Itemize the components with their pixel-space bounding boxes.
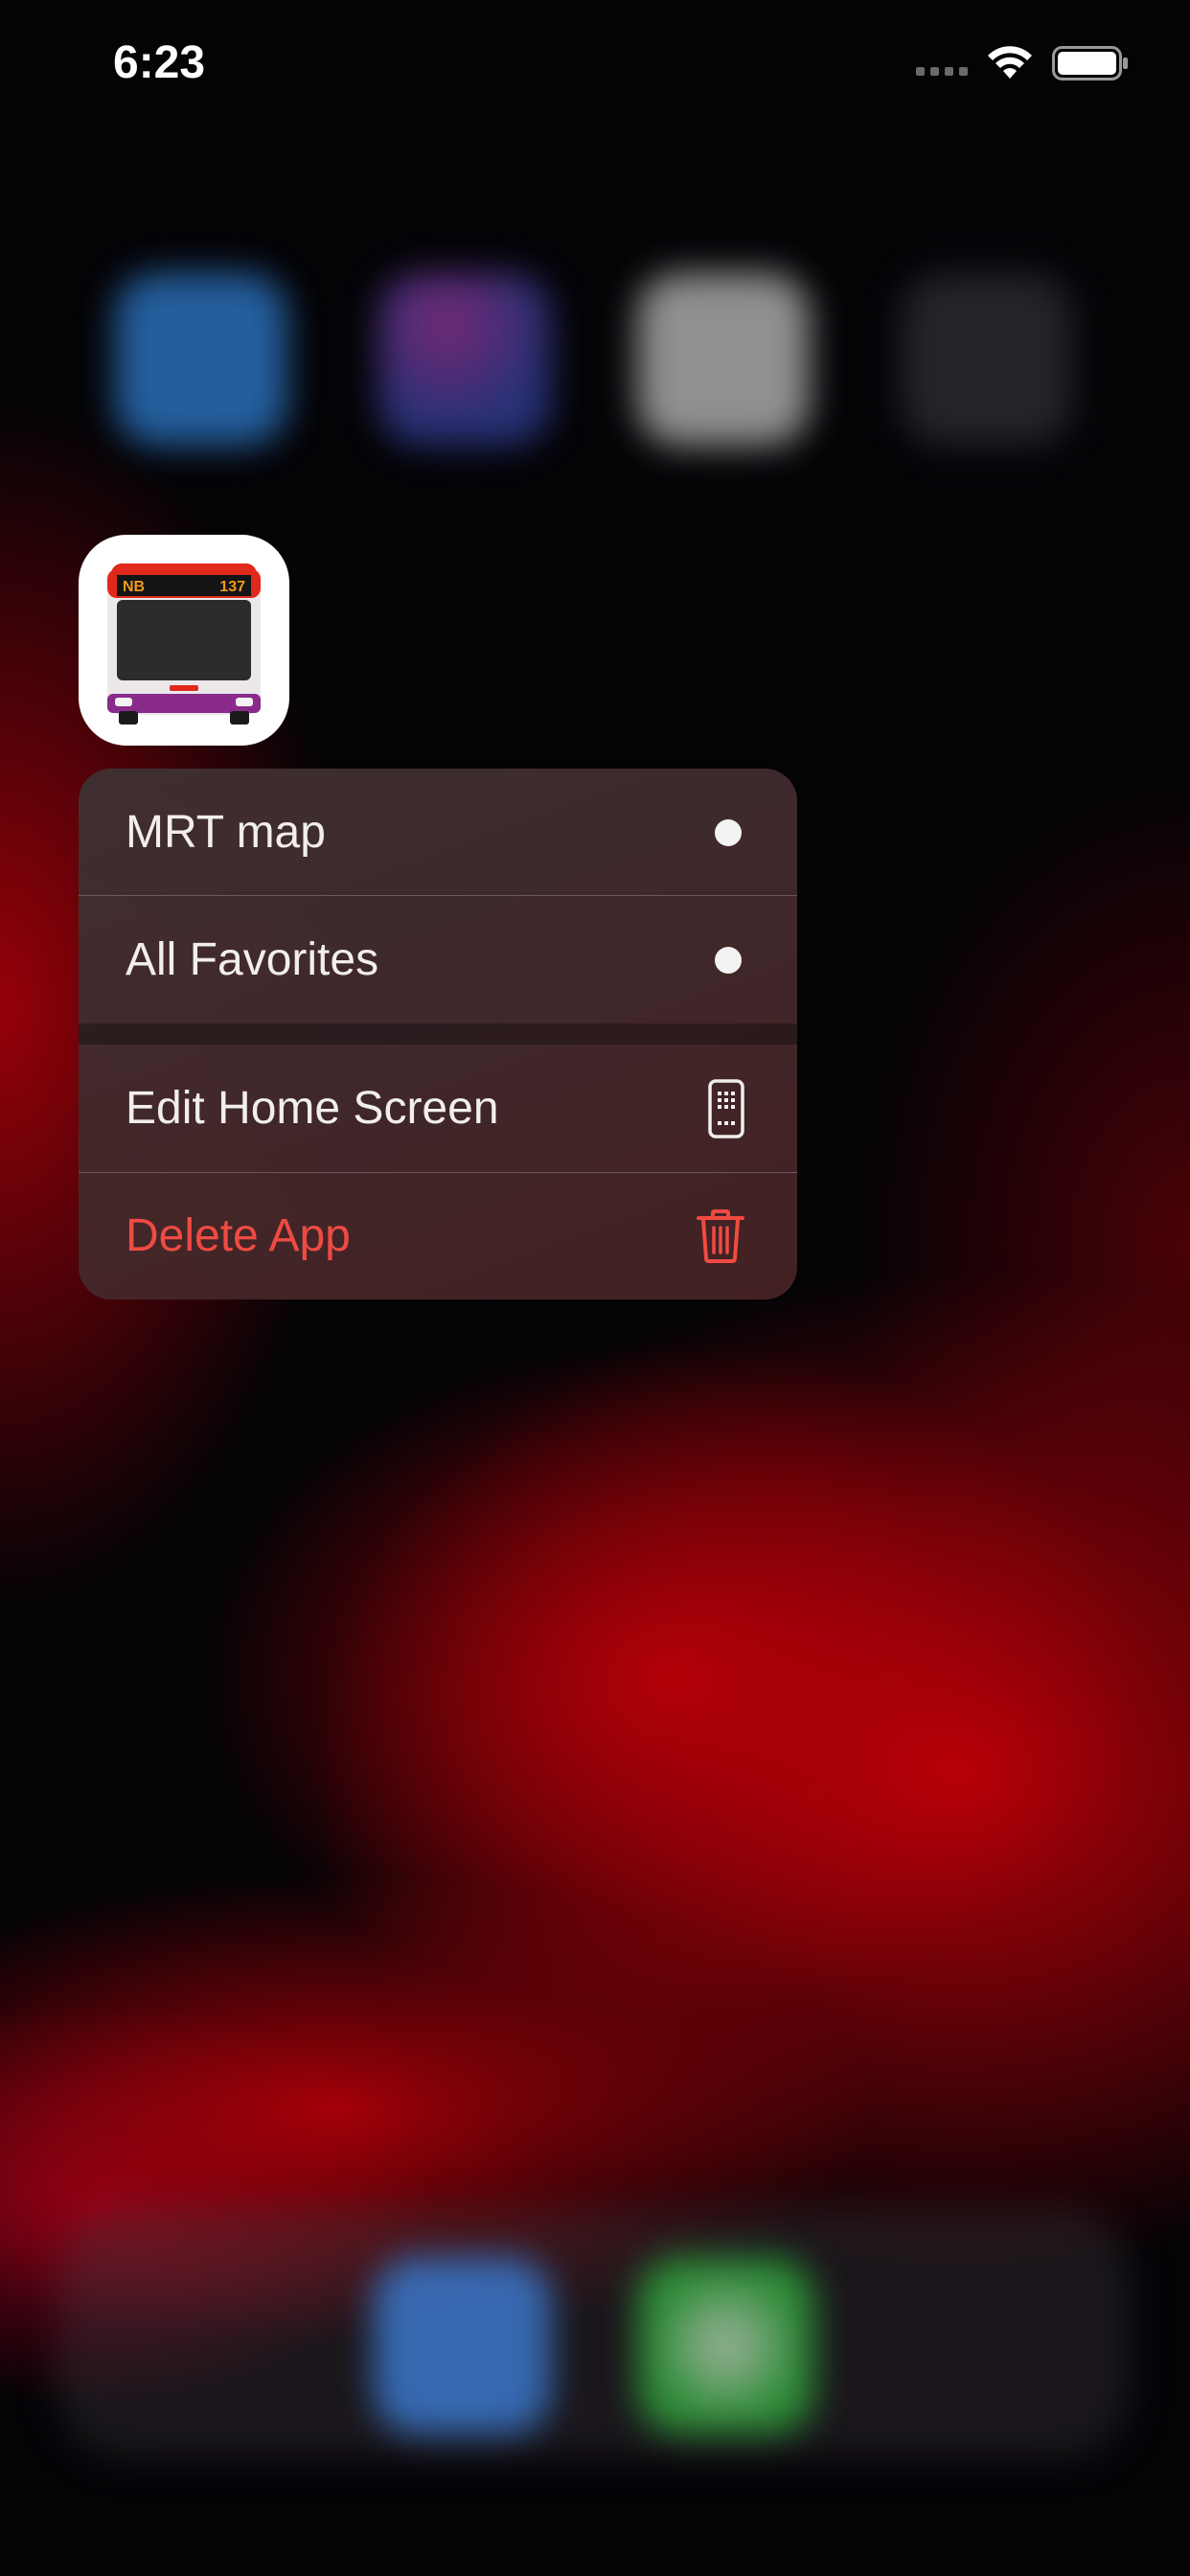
menu-item-label: Delete App bbox=[126, 1210, 351, 1261]
blurred-app-icon bbox=[901, 273, 1073, 446]
phone-apps-icon bbox=[708, 1078, 744, 1138]
dock bbox=[57, 2209, 1131, 2458]
menu-item-delete-app[interactable]: Delete App bbox=[79, 1172, 797, 1300]
group-separator bbox=[79, 1024, 797, 1045]
blurred-dock-icon bbox=[374, 2257, 551, 2434]
menu-item-label: MRT map bbox=[126, 807, 326, 858]
blurred-app-icon bbox=[378, 273, 551, 446]
menu-item-all-favorites[interactable]: All Favorites bbox=[79, 896, 797, 1024]
cellular-signal-icon bbox=[916, 67, 968, 76]
wifi-icon bbox=[988, 46, 1032, 79]
bus-route-number: 137 bbox=[219, 579, 245, 595]
menu-item-mrt-map[interactable]: MRT map bbox=[79, 769, 797, 896]
menu-item-edit-home-screen[interactable]: Edit Home Screen bbox=[79, 1045, 797, 1172]
bus-icon: NB 137 bbox=[107, 564, 261, 724]
blurred-app-icon bbox=[637, 273, 810, 446]
context-menu: MRT map All Favorites Edit Home Screen D… bbox=[79, 769, 797, 1300]
blurred-app-icon bbox=[115, 273, 287, 446]
menu-item-label: Edit Home Screen bbox=[126, 1083, 499, 1134]
dot-icon bbox=[715, 818, 742, 846]
dot-icon bbox=[715, 946, 742, 974]
bus-app-icon[interactable]: NB 137 bbox=[79, 535, 289, 746]
bus-route-code: NB bbox=[123, 579, 145, 595]
battery-icon bbox=[1052, 46, 1128, 80]
trash-icon bbox=[697, 1208, 744, 1263]
status-time: 6:23 bbox=[113, 37, 206, 88]
menu-item-label: All Favorites bbox=[126, 934, 379, 985]
blurred-dock-icon bbox=[637, 2257, 814, 2434]
